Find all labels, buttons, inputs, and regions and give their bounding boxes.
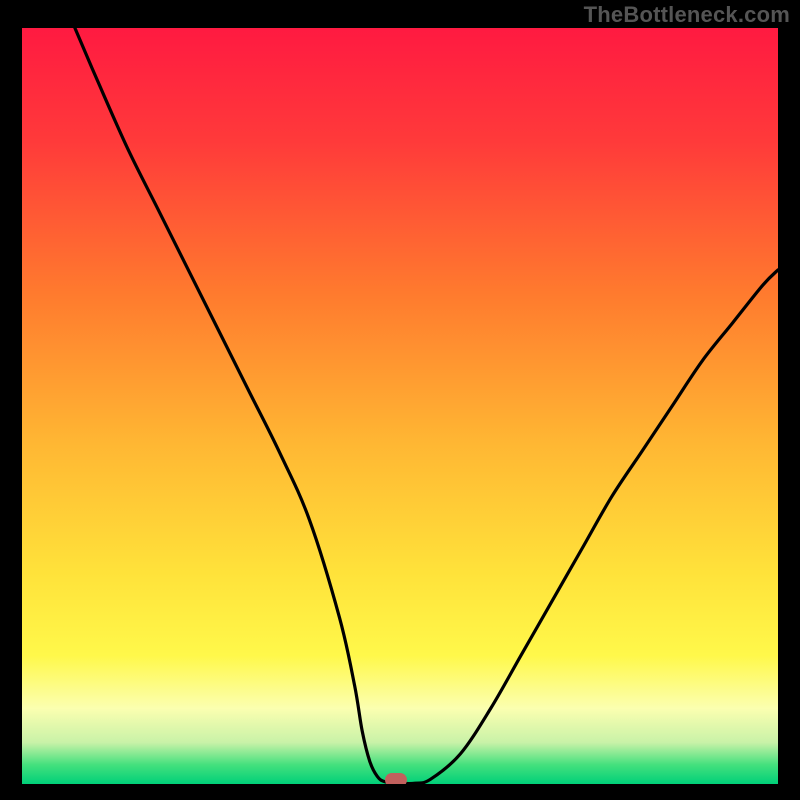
chart-svg	[22, 28, 778, 784]
gradient-background	[22, 28, 778, 784]
chart-frame: TheBottleneck.com	[0, 0, 800, 800]
plot-area	[22, 28, 778, 784]
optimal-point-marker	[385, 773, 407, 784]
watermark-text: TheBottleneck.com	[584, 2, 790, 28]
